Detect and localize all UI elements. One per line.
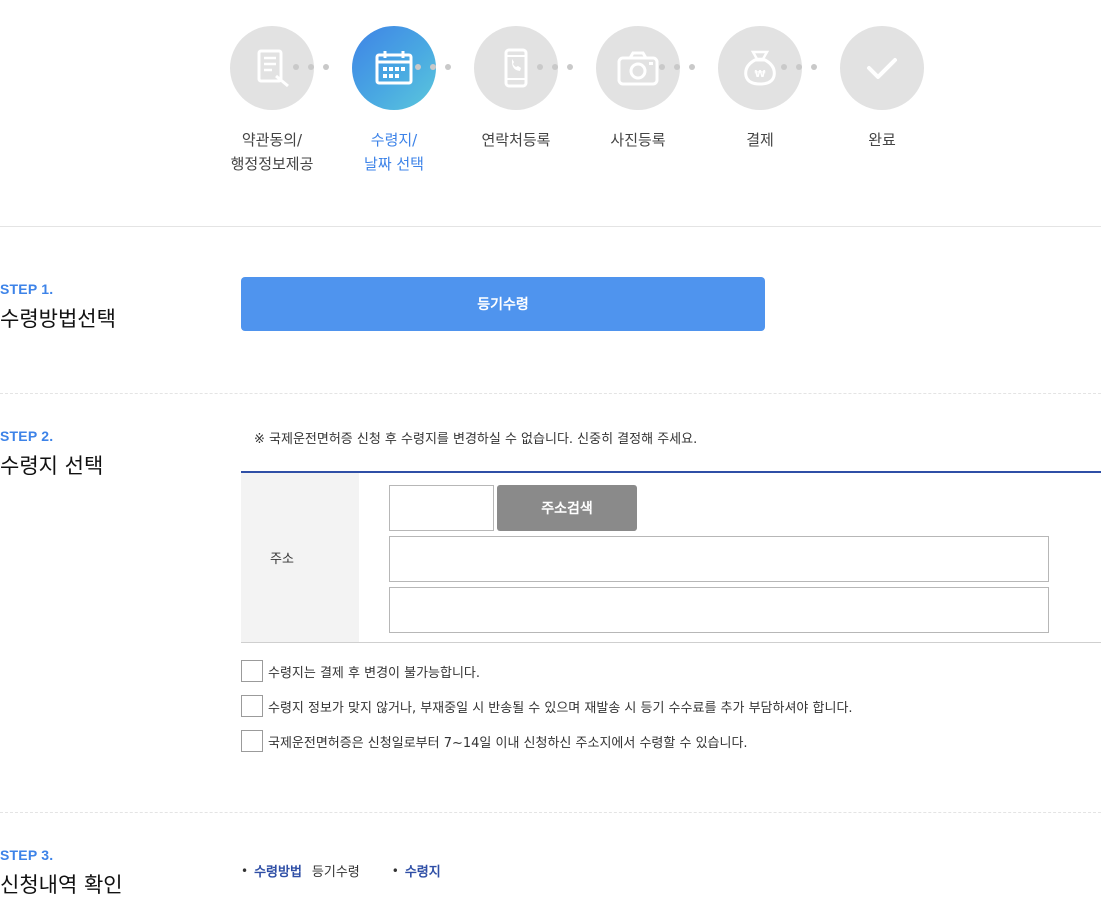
summary-key: 수령방법: [254, 865, 302, 880]
step2-header: STEP 2. 수령지 선택: [0, 428, 103, 480]
agreement-text: 수령지 정보가 맞지 않거나, 부재중일 시 반송될 수 있으며 재발송 시 등…: [268, 700, 853, 716]
step-label-line1: 연락처등록: [481, 131, 551, 149]
progress-steps: 약관동의/ 행정정보제공 수령지/ 날짜 선택 연락처등록 사진등록 ₩ 결제 …: [202, 26, 924, 186]
divider: [0, 226, 1101, 227]
divider: [0, 393, 1101, 394]
step-complete: 완료: [812, 26, 952, 152]
step-label: 약관동의/ 행정정보제공: [202, 128, 342, 176]
step-number: STEP 1.: [0, 281, 54, 297]
camera-icon: [617, 51, 659, 86]
step-label-line1: 완료: [868, 131, 896, 149]
address-line1-input[interactable]: [389, 536, 1049, 582]
step-pickup-date: 수령지/ 날짜 선택: [324, 26, 464, 176]
svg-text:₩: ₩: [754, 69, 765, 80]
agreement-item: 국제운전면허증은 신청일로부터 7~14일 이내 신청하신 주소지에서 수령할 …: [241, 730, 853, 752]
step-label-line1: 사진등록: [610, 131, 666, 149]
registered-mail-button[interactable]: 등기수령: [241, 277, 765, 331]
agreement-text: 수령지는 결제 후 변경이 불가능합니다.: [268, 665, 481, 681]
calendar-icon: [375, 51, 413, 85]
step1-header: STEP 1. 수령방법선택: [0, 281, 116, 333]
agreement-checkbox[interactable]: [241, 695, 263, 717]
agreement-item: 수령지는 결제 후 변경이 불가능합니다.: [241, 660, 853, 682]
step-label: 완료: [812, 128, 952, 152]
address-line2-input[interactable]: [389, 587, 1049, 633]
step-terms-agreement: 약관동의/ 행정정보제공: [202, 26, 342, 176]
application-summary: • 수령방법 등기수령 • 수령지: [241, 861, 483, 881]
document-edit-icon: [257, 49, 289, 88]
summary-key: 수령지: [404, 865, 441, 880]
phone-icon: [504, 48, 528, 88]
step-payment: ₩ 결제: [690, 26, 830, 152]
agreement-checkbox[interactable]: [241, 730, 263, 752]
agreement-text: 국제운전면허증은 신청일로부터 7~14일 이내 신청하신 주소지에서 수령할 …: [268, 735, 748, 751]
agreement-checkbox[interactable]: [241, 660, 263, 682]
bullet-icon: •: [241, 863, 249, 878]
step-label-line1: 약관동의/: [241, 131, 303, 149]
section-title: 수령지 선택: [0, 454, 104, 478]
step-label-line1: 수령지/: [370, 131, 418, 149]
step-number: STEP 2.: [0, 428, 54, 444]
agreement-item: 수령지 정보가 맞지 않거나, 부재중일 시 반송될 수 있으며 재발송 시 등…: [241, 695, 853, 717]
notice-text: ※ 국제운전면허증 신청 후 수령지를 변경하실 수 없습니다. 신중히 결정해…: [254, 432, 698, 447]
section-title: 신청내역 확인: [0, 873, 123, 897]
step-number: STEP 3.: [0, 847, 54, 863]
step-label: 수령지/ 날짜 선택: [324, 128, 464, 176]
divider: [0, 812, 1101, 813]
zipcode-input[interactable]: [389, 485, 494, 531]
step-photo: 사진등록: [568, 26, 708, 152]
address-search-button[interactable]: 주소검색: [497, 485, 637, 531]
step-label-line2: 날짜 선택: [364, 155, 424, 173]
step-label-line2: 행정정보제공: [230, 155, 314, 173]
step-label-line1: 결제: [746, 131, 774, 149]
step3-header: STEP 3. 신청내역 확인: [0, 847, 123, 899]
agreement-checklist: 수령지는 결제 후 변경이 불가능합니다. 수령지 정보가 맞지 않거나, 부재…: [241, 660, 853, 765]
step-contact: 연락처등록: [446, 26, 586, 152]
address-label: 주소: [241, 473, 359, 642]
summary-value: 등기수령: [311, 865, 360, 880]
step-label: 사진등록: [568, 128, 708, 152]
address-table: 주소 주소검색: [241, 471, 1101, 643]
money-bag-icon: ₩: [744, 50, 776, 86]
step-label: 연락처등록: [446, 128, 586, 152]
bullet-icon: •: [391, 863, 399, 878]
step-label: 결제: [690, 128, 830, 152]
check-icon: [867, 58, 897, 79]
section-title: 수령방법선택: [0, 307, 116, 331]
address-fields: 주소검색: [359, 473, 1101, 642]
step-circle: [840, 26, 924, 110]
